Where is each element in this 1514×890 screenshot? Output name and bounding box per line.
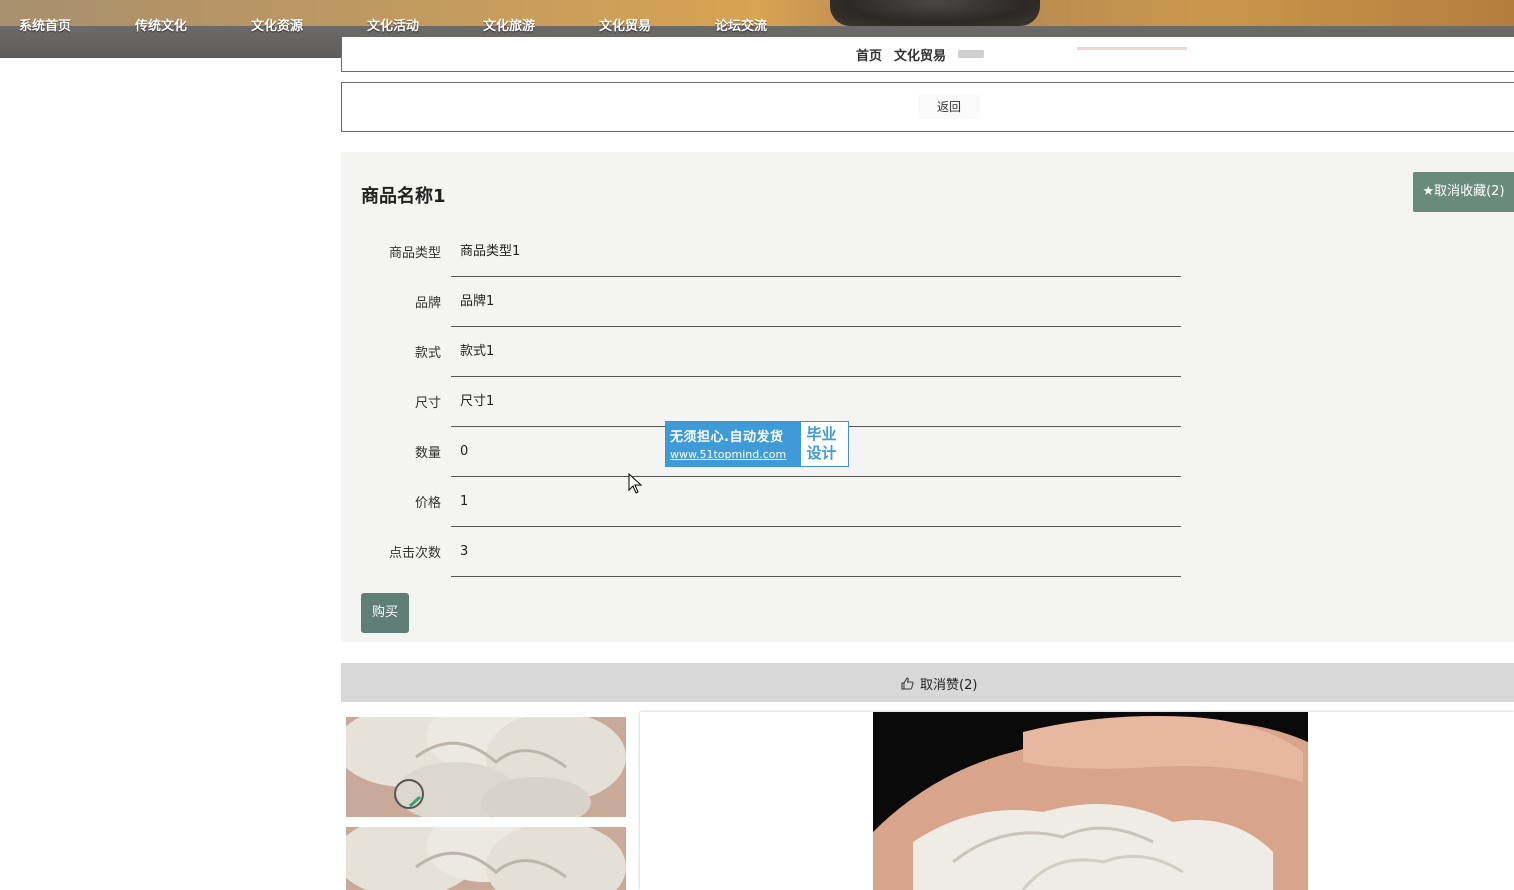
field-value: 商品类型1	[451, 227, 1181, 277]
buy-button[interactable]: 购买	[361, 593, 409, 633]
watermark-right: 毕业 设计	[800, 422, 848, 466]
field-row-type: 商品类型 商品类型1	[341, 227, 1181, 277]
field-value: 尺寸1	[451, 377, 1181, 427]
banner-image-dark-region	[830, 0, 1040, 26]
field-row-size: 尺寸 尺寸1	[341, 377, 1181, 427]
mouse-cursor-icon	[628, 473, 643, 494]
main-product-photo	[873, 712, 1308, 890]
back-bar: 返回	[341, 82, 1514, 132]
jade-carving-main-image	[873, 712, 1308, 890]
back-button[interactable]: 返回	[918, 95, 980, 119]
product-title: 商品名称1	[361, 186, 446, 207]
nav-item-culture-resources[interactable]: 文化资源	[232, 16, 348, 38]
field-value: 品牌1	[451, 277, 1181, 327]
nav-item-culture-tourism[interactable]: 文化旅游	[464, 16, 580, 38]
breadcrumb-bar: 首页 文化贸易	[341, 36, 1514, 72]
main-nav: 系统首页 传统文化 文化资源 文化活动 文化旅游 文化贸易 论坛交流	[0, 16, 812, 38]
nav-item-culture-activities[interactable]: 文化活动	[348, 16, 464, 38]
unlike-label: 取消赞(2)	[920, 678, 978, 693]
field-label: 数量	[414, 446, 441, 461]
field-value: 3	[451, 527, 1181, 577]
field-row-style: 款式 款式1	[341, 327, 1181, 377]
like-bar[interactable]: 取消赞(2)	[341, 663, 1514, 702]
watermark-url: www.51topmind.com	[670, 448, 787, 461]
thumbs-up-icon	[901, 677, 914, 690]
nav-item-forum[interactable]: 论坛交流	[696, 16, 812, 38]
field-value: 款式1	[451, 327, 1181, 377]
like-toggle[interactable]: 取消赞(2)	[901, 674, 977, 693]
jade-carving-thumbnail-image	[346, 717, 626, 817]
nav-item-home[interactable]: 系统首页	[0, 16, 116, 38]
field-row-click-count: 点击次数 3	[341, 527, 1181, 577]
unfavorite-button[interactable]: ★取消收藏(2)	[1413, 172, 1514, 212]
watermark-right-top: 毕业	[806, 425, 837, 443]
breadcrumb-current[interactable]: 文化贸易	[894, 45, 946, 64]
product-detail-panel: 商品名称1 ★取消收藏(2) 商品类型 商品类型1 品牌 品牌1 款式 款式1 …	[341, 152, 1514, 642]
field-label: 点击次数	[388, 546, 441, 561]
field-label: 款式	[414, 346, 441, 361]
watermark-badge: 无须担心.自动发货 www.51topmind.com 毕业 设计	[665, 421, 849, 467]
jade-carving-thumbnail-image	[346, 827, 626, 890]
watermark-left: 无须担心.自动发货 www.51topmind.com	[666, 422, 801, 466]
field-label: 品牌	[414, 296, 441, 311]
field-label: 价格	[414, 496, 441, 511]
gallery-thumbnail[interactable]	[346, 717, 626, 817]
field-row-brand: 品牌 品牌1	[341, 277, 1181, 327]
breadcrumb: 首页 文化贸易	[856, 45, 985, 64]
field-label: 商品类型	[388, 246, 441, 261]
breadcrumb-decoration	[1077, 47, 1187, 50]
field-label: 尺寸	[414, 396, 441, 411]
nav-item-traditional-culture[interactable]: 传统文化	[116, 16, 232, 38]
watermark-right-bottom: 设计	[806, 444, 837, 462]
gallery-thumbnail[interactable]	[346, 827, 626, 890]
watermark-slogan: 无须担心.自动发货	[670, 430, 784, 445]
field-value: 1	[451, 477, 1181, 527]
breadcrumb-home[interactable]: 首页	[856, 45, 882, 64]
field-row-price: 价格 1	[341, 477, 1181, 527]
breadcrumb-fade-item	[958, 50, 985, 58]
nav-item-culture-trade[interactable]: 文化贸易	[580, 16, 696, 38]
